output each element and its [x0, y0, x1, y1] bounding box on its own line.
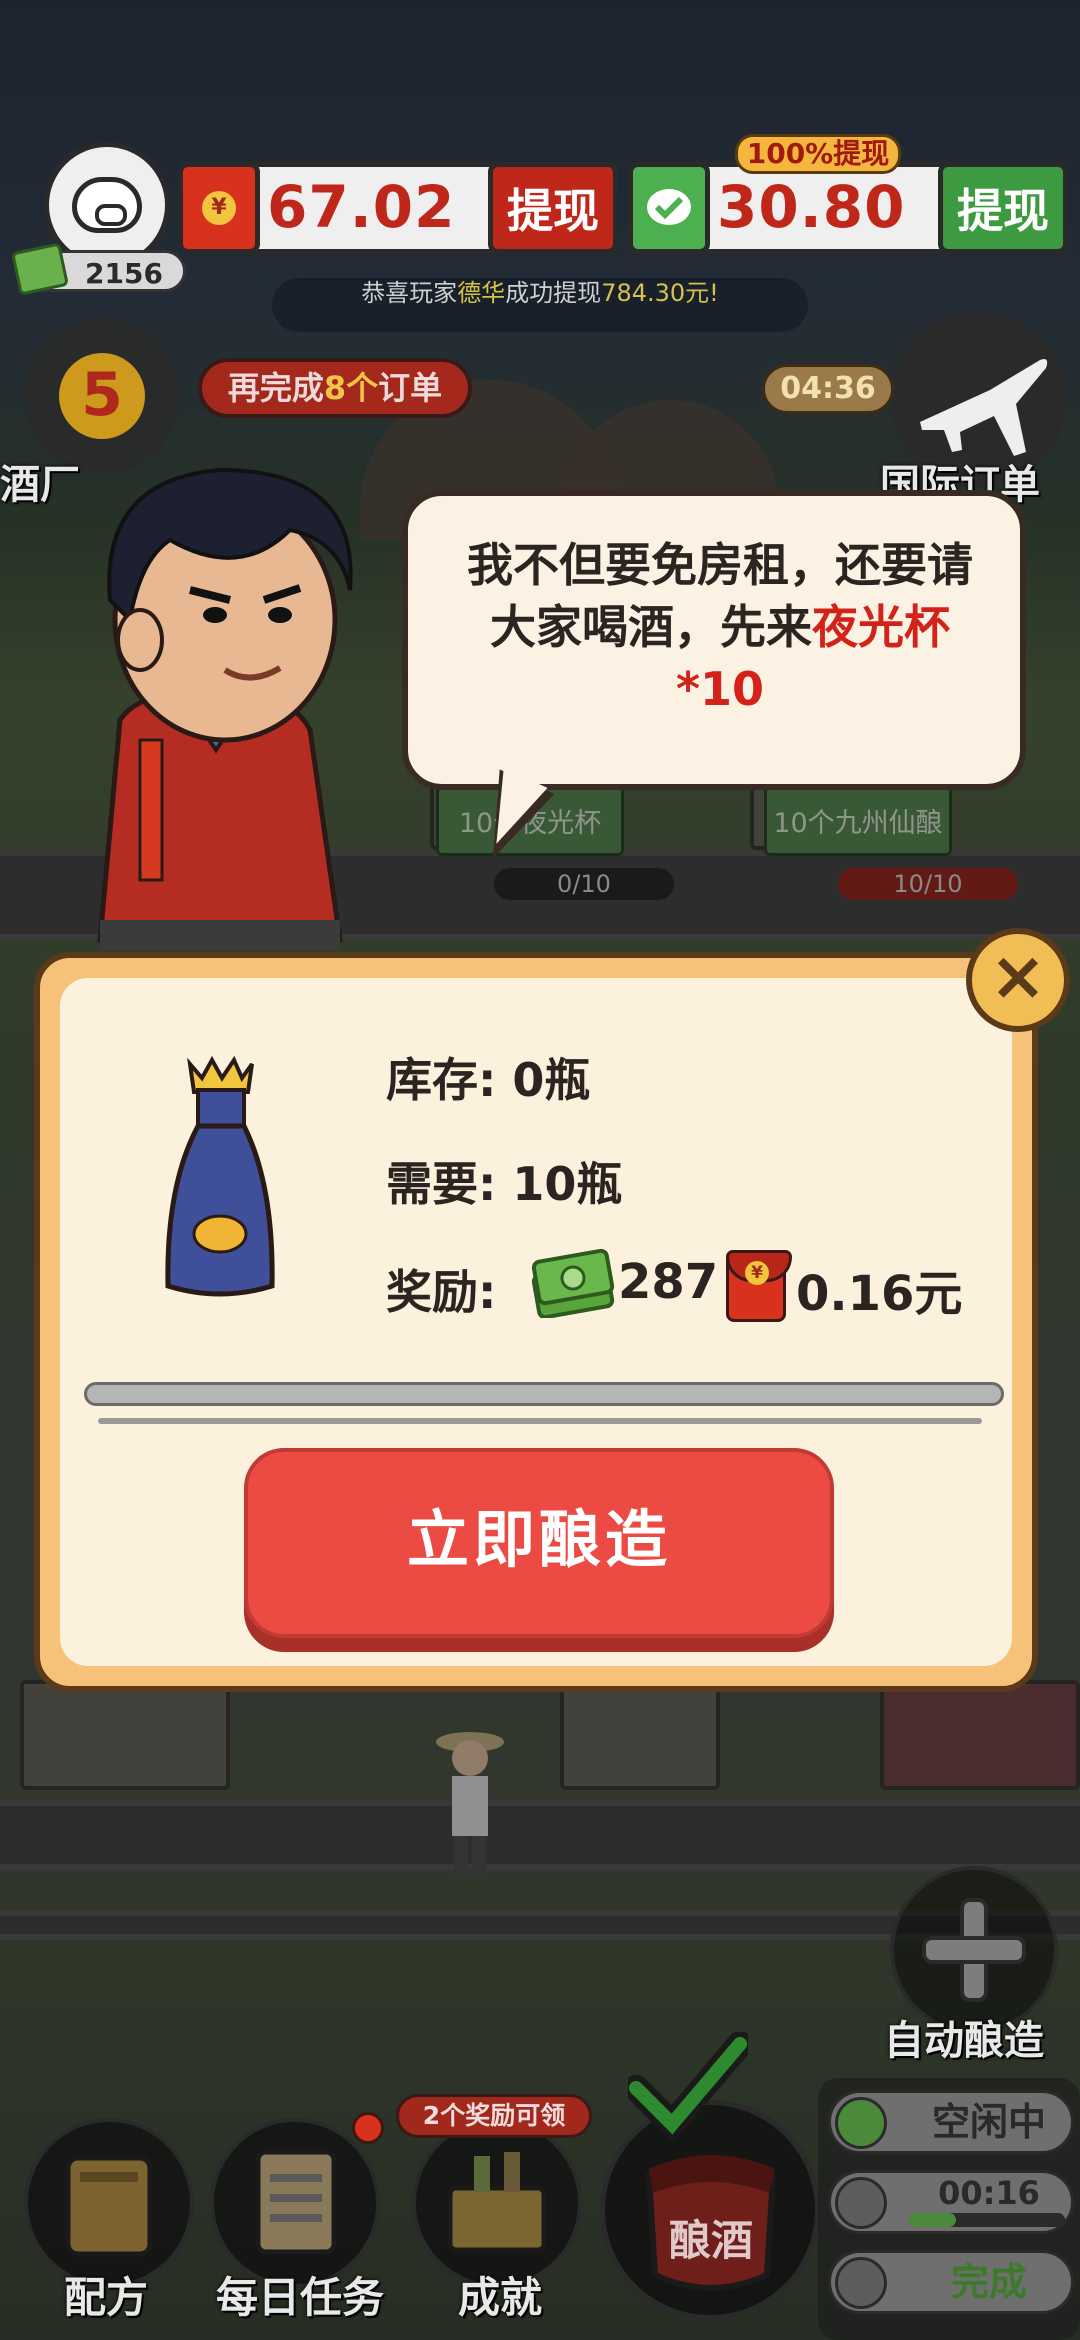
- status-idle: 空闲中: [828, 2090, 1074, 2154]
- reward-tip-badge: 2个奖励可领: [396, 2094, 592, 2138]
- orders-remaining-pill: 再完成8个订单: [198, 358, 472, 418]
- reward-label: 奖励:: [386, 1265, 497, 1319]
- brew-now-label: 立即酿造: [406, 1503, 671, 1576]
- cash-stack-icon: [531, 1248, 615, 1318]
- redpacket-icon: ¥: [178, 162, 260, 254]
- pig-icon: [72, 177, 142, 233]
- flame-icon: [835, 2177, 887, 2229]
- brew-now-button[interactable]: 立即酿造: [244, 1448, 834, 1638]
- cash-counter: 2156: [10, 242, 186, 296]
- cash-icon: [10, 242, 70, 296]
- redpacket-icon: [726, 1250, 792, 1322]
- intl-order-timer: 04:36: [762, 364, 894, 414]
- wechat-withdraw-button[interactable]: 提现: [938, 162, 1068, 254]
- check-icon: [628, 2032, 748, 2142]
- status-done[interactable]: 完成: [828, 2250, 1074, 2314]
- status-timer: 00:16: [828, 2170, 1074, 2234]
- reward-money-amount: 0.16元: [796, 1266, 963, 1322]
- wechat-balance: 30.80 提现: [628, 162, 1068, 254]
- redpacket-amount: 67.02: [267, 173, 456, 241]
- daily-tasks-label: 每日任务: [215, 2273, 384, 2322]
- plus-icon: [835, 2097, 887, 2149]
- achievements-label: 成就: [457, 2273, 542, 2322]
- need-row: 需要: 10瓶: [386, 1157, 623, 1211]
- wechat-icon: [628, 162, 710, 254]
- plus-icon: [922, 1898, 1026, 2002]
- reward-cash-amount: 287: [618, 1254, 719, 1310]
- achievements-button[interactable]: [412, 2118, 582, 2288]
- withdraw-badge: 100%提现: [735, 134, 901, 174]
- cash-count: 2156: [85, 257, 163, 290]
- brew-progress-fill: [909, 2213, 956, 2227]
- stock-row: 库存: 0瓶: [386, 1053, 591, 1107]
- status-timer-label: 00:16: [938, 2174, 1040, 2212]
- clipboard-icon: [255, 2149, 337, 2255]
- close-button[interactable]: ×: [966, 928, 1070, 1032]
- brew-progress-track: [909, 2213, 1065, 2227]
- brew-wine-label: 酿酒: [669, 2216, 753, 2265]
- trophy-box-icon: [447, 2152, 547, 2253]
- speech-text: 我不但要免房租，还要请 大家喝酒，先来夜光杯 *10: [467, 538, 973, 716]
- auto-brew-label: 自动酿造: [884, 2018, 1044, 2064]
- stock-progress-bar: [84, 1382, 1004, 1406]
- landlord-character: [97, 467, 353, 950]
- glow-cup-bottle-icon: [165, 1056, 275, 1297]
- recipe-button[interactable]: [24, 2118, 194, 2288]
- wechat-amount: 30.80: [717, 173, 906, 241]
- progress-divider: [98, 1418, 982, 1424]
- redpacket-withdraw-button[interactable]: 提现: [488, 162, 618, 254]
- speech-bubble: 我不但要免房租，还要请 大家喝酒，先来夜光杯 *10: [402, 490, 1026, 790]
- status-done-label: 完成: [950, 2260, 1027, 2304]
- daily-tasks-button[interactable]: [210, 2118, 380, 2288]
- recipe-book-icon: [65, 2155, 153, 2257]
- news-ticker: 恭喜玩家德华成功提现784.30元!: [272, 278, 808, 332]
- bottle-icon: [835, 2257, 887, 2309]
- status-idle-label: 空闲中: [931, 2100, 1046, 2144]
- recipe-label: 配方: [63, 2273, 148, 2322]
- notification-dot: [352, 2112, 384, 2144]
- redpacket-balance: ¥ 67.02 提现: [178, 162, 618, 254]
